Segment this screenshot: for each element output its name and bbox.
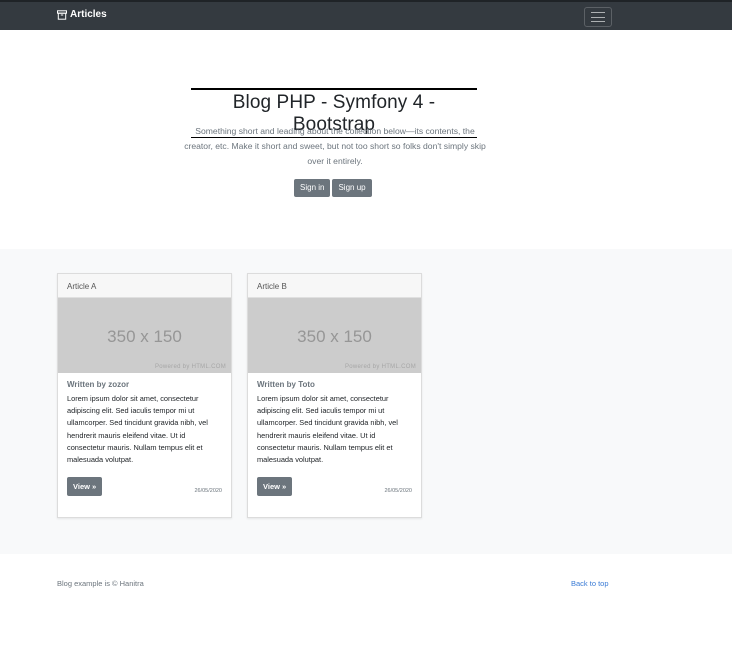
card-body: Written by Toto Lorem ipsum dolor sit am… <box>248 373 421 466</box>
card-image-placeholder: 350 x 150 Powered by HTML.COM <box>58 298 231 373</box>
placeholder-size-label: 350 x 150 <box>297 327 372 346</box>
sign-up-button[interactable]: Sign up <box>332 179 372 197</box>
hamburger-menu-icon <box>591 12 605 22</box>
placeholder-powered-label: Powered by HTML.COM <box>154 364 226 370</box>
footer: Blog example is © Hanitra Back to top <box>0 554 732 654</box>
card-text: Lorem ipsum dolor sit amet, consectetur … <box>67 394 208 465</box>
brand-label: Articles <box>70 9 107 20</box>
archive-icon <box>57 9 67 20</box>
view-article-button[interactable]: View » <box>67 477 103 496</box>
articles-section: Article A 350 x 150 Powered by HTML.COM … <box>0 249 732 554</box>
card-date: 26/05/2020 <box>194 488 222 494</box>
card-author: Written by zozor <box>67 380 130 389</box>
article-card: Article B 350 x 150 Powered by HTML.COM … <box>247 273 422 518</box>
hero-section: Blog PHP - Symfony 4 - Bootstrap Somethi… <box>0 30 732 249</box>
card-footer: View » 26/05/2020 <box>67 477 222 496</box>
navbar-brand[interactable]: Articles <box>57 9 107 20</box>
navbar-toggler-button[interactable] <box>584 7 612 27</box>
card-author: Written by Toto <box>257 380 315 389</box>
view-article-button[interactable]: View » <box>257 477 293 496</box>
card-date: 26/05/2020 <box>384 488 412 494</box>
card-image-placeholder: 350 x 150 Powered by HTML.COM <box>248 298 421 373</box>
card-body: Written by zozor Lorem ipsum dolor sit a… <box>58 373 231 466</box>
navbar: Articles <box>0 0 732 30</box>
card-text: Lorem ipsum dolor sit amet, consectetur … <box>257 394 398 465</box>
card-header: Article B <box>248 274 421 298</box>
hero-buttons: Sign in Sign up <box>294 179 372 197</box>
placeholder-size-label: 350 x 150 <box>107 327 182 346</box>
sign-in-button[interactable]: Sign in <box>294 179 331 197</box>
article-card: Article A 350 x 150 Powered by HTML.COM … <box>57 273 232 518</box>
placeholder-powered-label: Powered by HTML.COM <box>344 364 416 370</box>
card-header: Article A <box>58 274 231 298</box>
card-footer: View » 26/05/2020 <box>257 477 412 496</box>
back-to-top-link[interactable]: Back to top <box>571 579 609 588</box>
footer-copyright: Blog example is © Hanitra <box>57 579 144 588</box>
hero-lead-text: Something short and leading about the co… <box>184 126 486 166</box>
